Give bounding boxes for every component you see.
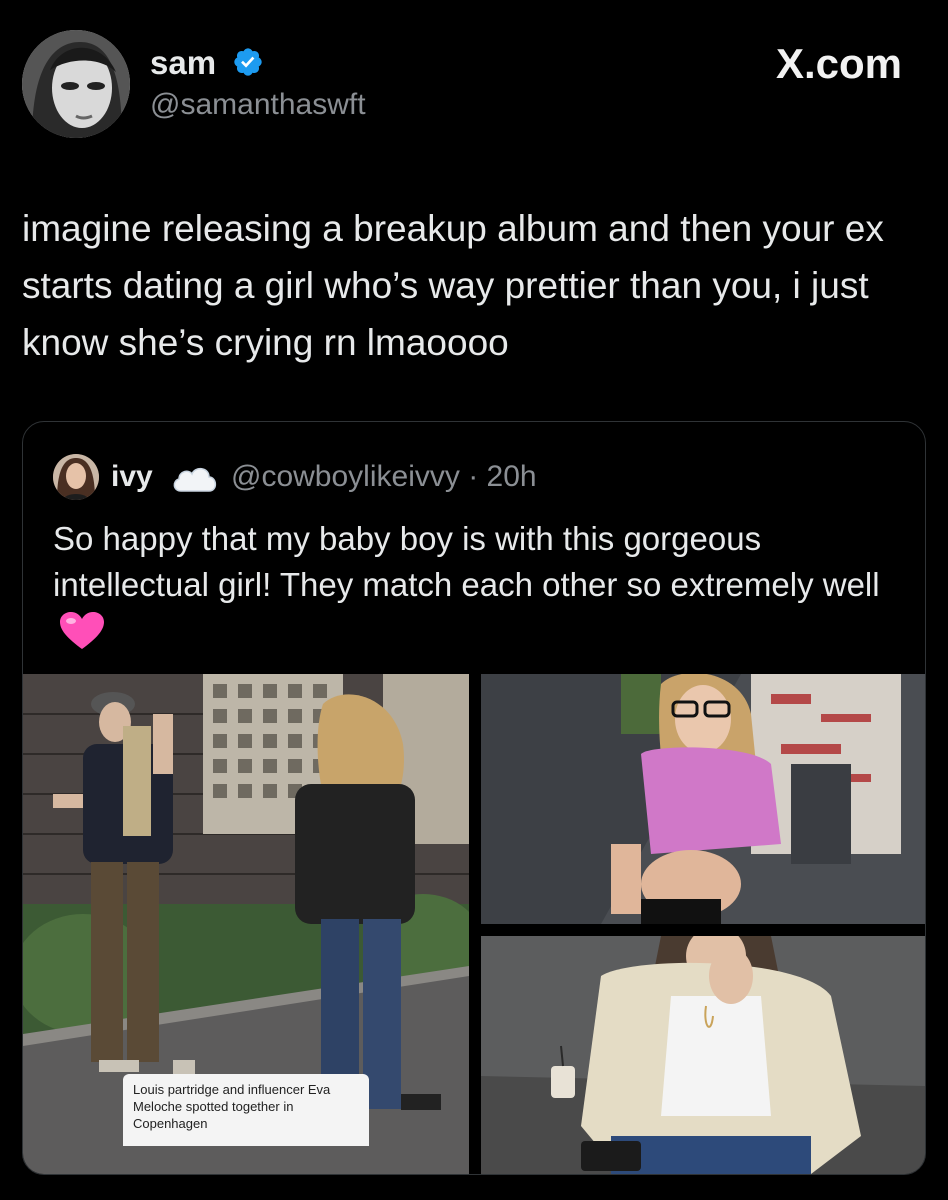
author-display-name[interactable]: sam (150, 44, 216, 82)
photo-girl-jacket[interactable] (481, 936, 925, 1174)
site-logo: X.com (775, 40, 902, 87)
quoted-tweet-card[interactable]: ivy @cowboylikeivvy · 20h So happy that … (22, 421, 926, 1175)
quoted-tweet-text-content: So happy that my baby boy is with this g… (53, 520, 880, 603)
media-caption: Louis partridge and influencer Eva Meloc… (123, 1074, 369, 1146)
photo-couple-walking[interactable]: Louis partridge and influencer Eva Meloc… (23, 674, 469, 1174)
author-avatar[interactable] (22, 30, 130, 138)
author-handle[interactable]: @samanthaswft (150, 88, 366, 122)
quoted-tweet-text: So happy that my baby boy is with this g… (53, 516, 893, 654)
quoted-author-avatar[interactable] (53, 454, 99, 500)
verified-badge-icon (234, 48, 262, 76)
photo-girl-pink-top[interactable] (481, 674, 925, 924)
quoted-media-grid[interactable]: Louis partridge and influencer Eva Meloc… (23, 674, 925, 1174)
quoted-display-name[interactable]: ivy (111, 460, 153, 494)
cloud-icon (173, 468, 217, 492)
tweet-text: imagine releasing a breakup album and th… (22, 208, 884, 363)
pink-heart-icon (60, 612, 104, 649)
quoted-handle-time[interactable]: @cowboylikeivvy · 20h (231, 460, 537, 494)
